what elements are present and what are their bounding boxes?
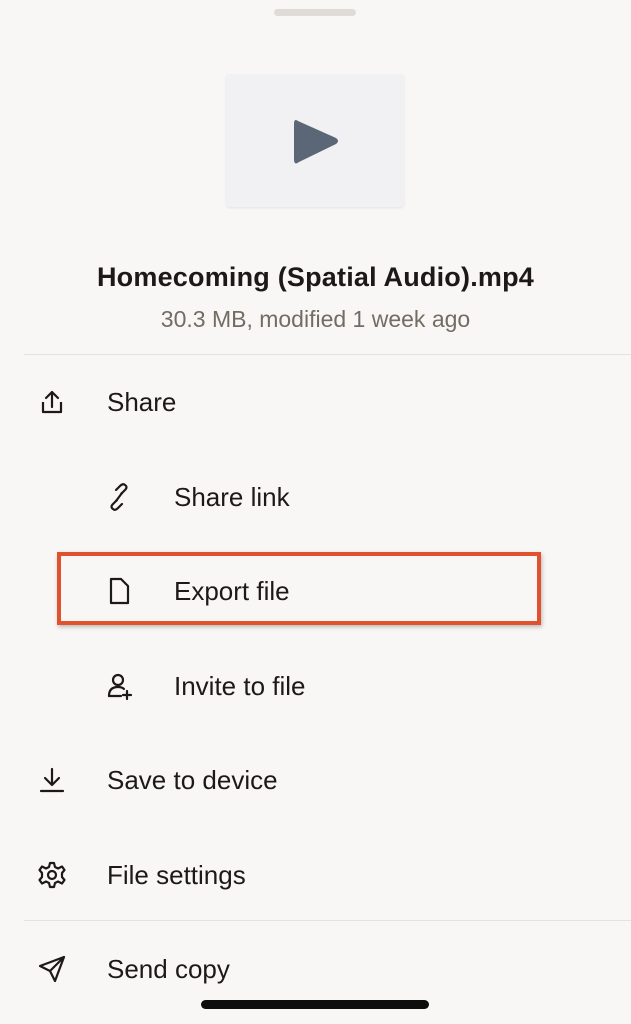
- menu-item-save-to-device[interactable]: Save to device: [0, 740, 631, 820]
- add-person-icon: [107, 673, 133, 701]
- menu-item-invite-to-file[interactable]: Invite to file: [0, 646, 631, 726]
- divider: [24, 354, 631, 355]
- link-icon: [110, 483, 128, 511]
- menu-item-send-copy[interactable]: Send copy: [0, 929, 631, 1009]
- video-thumbnail[interactable]: [226, 74, 404, 207]
- highlight-box: [57, 552, 541, 625]
- paper-plane-icon: [38, 955, 66, 983]
- file-name: Homecoming (Spatial Audio).mp4: [96, 262, 535, 292]
- home-indicator: [201, 1000, 429, 1009]
- menu-item-label: File settings: [107, 860, 246, 890]
- menu-item-label: Invite to file: [174, 671, 306, 701]
- action-sheet: Homecoming (Spatial Audio).mp4 30.3 MB, …: [0, 0, 631, 1024]
- menu-item-file-settings[interactable]: File settings: [0, 835, 631, 915]
- menu-item-share-link[interactable]: Share link: [0, 457, 631, 537]
- menu-item-label: Save to device: [107, 765, 278, 795]
- menu-item-share[interactable]: Share: [0, 362, 631, 442]
- menu-item-label: Share: [107, 387, 177, 417]
- divider: [24, 920, 631, 921]
- sheet-grabber[interactable]: [274, 9, 356, 16]
- play-icon: [294, 120, 338, 164]
- gear-icon: [38, 861, 66, 889]
- file-meta: 30.3 MB, modified 1 week ago: [160, 306, 471, 332]
- menu-item-label: Share link: [174, 482, 290, 512]
- download-icon: [39, 767, 65, 793]
- share-icon: [41, 390, 63, 414]
- menu-item-label: Send copy: [107, 954, 230, 984]
